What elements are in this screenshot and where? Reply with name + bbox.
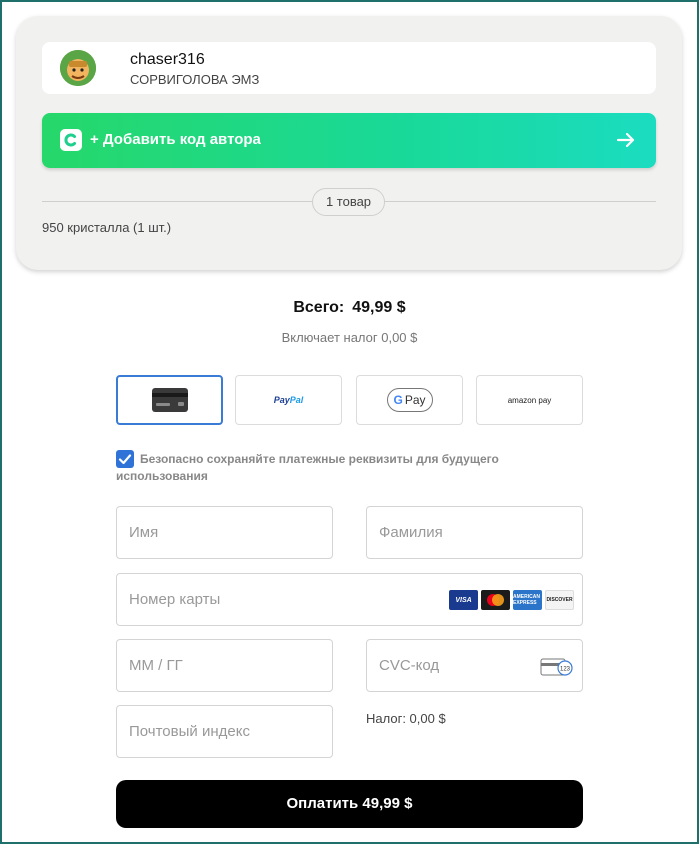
credit-card-icon [151,387,189,413]
checkmark-icon [118,454,132,465]
card-number-field: VISA AMERICAN EXPRESS DISCOVER [116,573,583,626]
amex-logo: AMERICAN EXPRESS [513,590,542,610]
svg-text:123: 123 [560,667,571,673]
payment-method-card[interactable] [116,375,223,425]
tax-amount: Налог: 0,00 $ [366,711,446,726]
payment-method-paypal[interactable]: PayPal [235,375,342,425]
total-label: Всего: [293,299,345,316]
paypal-logo: PayPal [273,395,304,405]
save-details-checkbox[interactable] [116,450,134,468]
card-brands: VISA AMERICAN EXPRESS DISCOVER [449,590,574,610]
last-name-input[interactable] [367,507,582,558]
last-name-field [366,506,583,559]
payment-method-amazon-pay[interactable]: amazon pay [476,375,583,425]
visa-logo: VISA [449,590,478,610]
expiry-input[interactable] [117,640,332,691]
items-count-badge: 1 товар [312,188,385,216]
amazon-pay-logo: amazon pay [507,395,552,405]
order-summary-card: chaser316 СОРВИГОЛОВА ЭМЗ + Добавить код… [16,16,682,270]
arrow-right-icon [614,128,638,152]
google-pay-logo: G Pay [386,388,433,412]
mastercard-logo [481,590,510,610]
first-name-field [116,506,333,559]
postal-code-input[interactable] [117,706,332,757]
first-name-input[interactable] [117,507,332,558]
cvc-field: 123 [366,639,583,692]
player-profile: chaser316 СОРВИГОЛОВА ЭМЗ [42,42,656,94]
player-username: chaser316 [130,51,205,68]
add-creator-code-button[interactable]: + Добавить код автора [42,113,656,168]
player-avatar [60,50,96,86]
tax-included-note: Включает налог 0,00 $ [281,330,418,345]
expiry-field [116,639,333,692]
cart-item: 950 кристалла (1 шт.) [42,220,172,235]
total-value: 49,99 $ [352,299,406,316]
save-details-label: Безопасно сохраняйте платежные реквизиты… [116,452,499,483]
discover-logo: DISCOVER [545,590,574,610]
add-creator-code-label: + Добавить код автора [90,131,261,148]
postal-code-field [116,705,333,758]
cvc-card-icon: 123 [540,656,574,678]
order-total: Всего: 49,99 $ [0,299,699,317]
player-clan: СОРВИГОЛОВА ЭМЗ [130,72,260,87]
creator-code-logo-icon [60,129,82,151]
pay-button[interactable]: Оплатить 49,99 $ [116,780,583,828]
payment-method-google-pay[interactable]: G Pay [356,375,463,425]
